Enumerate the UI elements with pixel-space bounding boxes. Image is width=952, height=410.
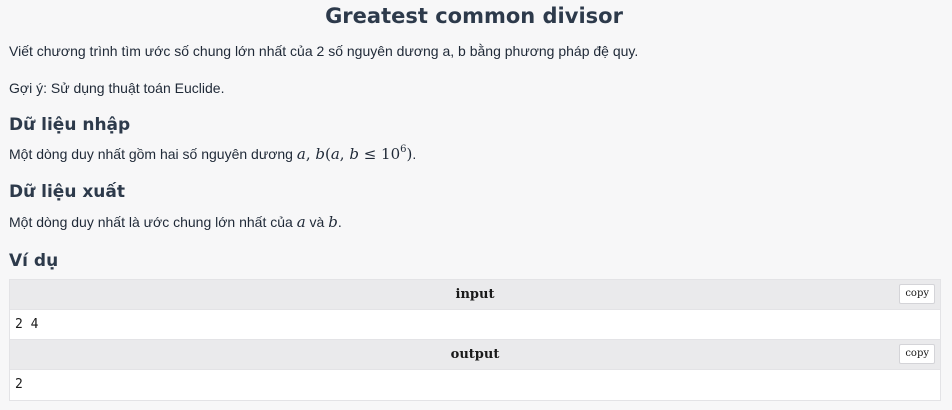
example-output-value: 2 bbox=[10, 370, 940, 400]
copy-input-button[interactable]: copy bbox=[899, 284, 935, 304]
output-description-text: Một dòng duy nhất là ước chung lớn nhất … bbox=[9, 214, 297, 230]
output-section-heading: Dữ liệu xuất bbox=[9, 182, 126, 202]
example-output-header: output copy bbox=[10, 340, 940, 370]
math-var-b: b bbox=[349, 145, 359, 163]
example-output-label: output bbox=[450, 347, 500, 362]
input-section-heading: Dữ liệu nhập bbox=[9, 115, 131, 135]
math-var-b: b bbox=[328, 213, 338, 231]
math-var-a: a bbox=[296, 213, 306, 231]
example-input-value: 2 4 bbox=[10, 310, 940, 340]
page-title: Greatest common divisor bbox=[325, 4, 623, 28]
math-le-sign: ≤ bbox=[358, 145, 382, 163]
example-input-block: input copy 2 4 bbox=[9, 279, 941, 341]
problem-statement: Viết chương trình tìm ước số chung lớn n… bbox=[9, 43, 639, 59]
math-var-a: a bbox=[296, 145, 306, 163]
math-comma: , bbox=[305, 145, 316, 163]
example-output-block: output copy 2 bbox=[9, 339, 941, 401]
math-var-b: b bbox=[315, 145, 325, 163]
input-constraint-math: a, b(a, b ≤ 106) bbox=[296, 145, 413, 164]
example-input-label: input bbox=[455, 287, 495, 302]
math-power-base: 10 bbox=[381, 145, 401, 163]
example-section-heading: Ví dụ bbox=[9, 251, 59, 271]
problem-hint: Gợi ý: Sử dụng thuật toán Euclide. bbox=[9, 80, 225, 96]
output-description: Một dòng duy nhất là ước chung lớn nhất … bbox=[9, 213, 342, 231]
input-description-text: Một dòng duy nhất gồm hai số nguyên dươn… bbox=[9, 146, 297, 162]
example-input-header: input copy bbox=[10, 280, 940, 310]
math-var-a: a bbox=[330, 145, 340, 163]
problem-page: Greatest common divisor Viết chương trìn… bbox=[0, 0, 952, 410]
output-description-conj: và bbox=[305, 214, 329, 230]
output-description-end: . bbox=[337, 214, 342, 230]
input-description-end: . bbox=[412, 146, 417, 162]
math-comma: , bbox=[339, 145, 350, 163]
input-description: Một dòng duy nhất gồm hai số nguyên dươn… bbox=[9, 145, 417, 164]
copy-output-button[interactable]: copy bbox=[899, 344, 935, 364]
